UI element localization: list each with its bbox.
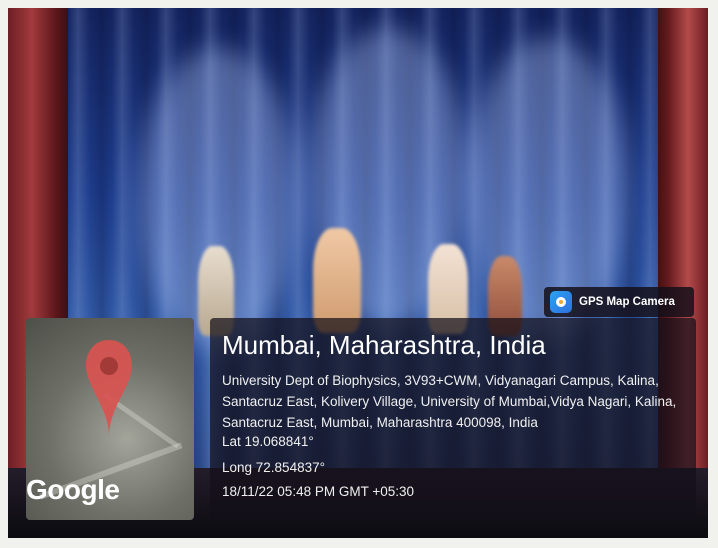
google-logo: Google — [26, 474, 120, 505]
map-thumbnail: Google — [26, 318, 194, 520]
location-title: Mumbai, Maharashtra, India — [222, 330, 546, 360]
location-info-panel: Mumbai, Maharashtra, India University De… — [210, 318, 696, 520]
longitude: Long 72.854837° — [222, 460, 325, 475]
latitude: Lat 19.068841° — [222, 434, 314, 449]
gps-map-camera-badge: GPS Map Camera — [544, 287, 694, 317]
photo: GPS Map Camera Google Mumbai, Maharashtr… — [0, 0, 718, 548]
map-pin-icon — [86, 340, 132, 436]
timestamp: 18/11/22 05:48 PM GMT +05:30 — [222, 484, 414, 499]
camera-pin-icon — [550, 291, 572, 313]
location-address: University Dept of Biophysics, 3V93+CWM,… — [222, 373, 677, 430]
badge-label: GPS Map Camera — [579, 296, 675, 308]
